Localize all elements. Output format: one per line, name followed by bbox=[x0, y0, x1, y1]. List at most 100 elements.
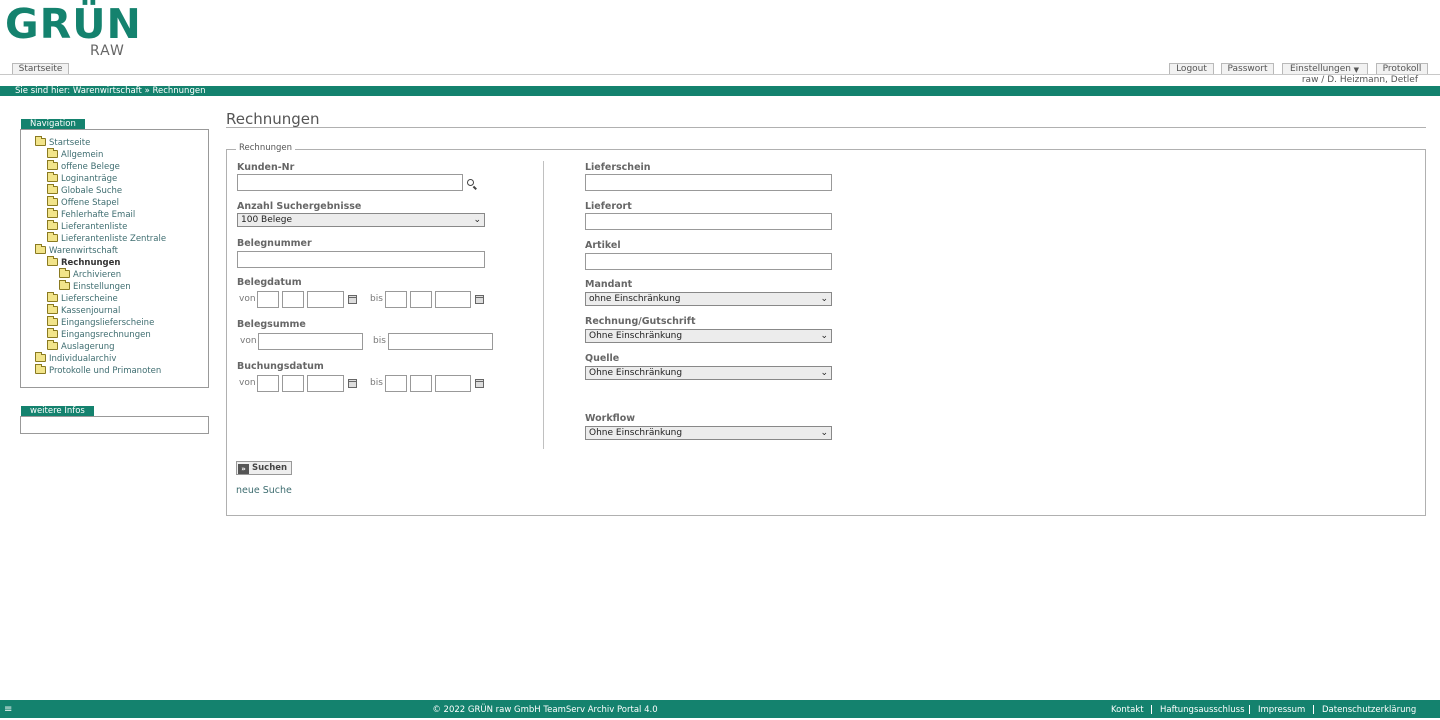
workflow-label: Workflow bbox=[585, 413, 636, 424]
breadcrumb: Sie sind hier: Warenwirtschaft » Rechnun… bbox=[0, 86, 1440, 96]
chevron-down-icon: ⌄ bbox=[820, 294, 828, 304]
quelle-select[interactable]: Ohne Einschränkung ⌄ bbox=[585, 366, 832, 380]
nav-lieferscheine[interactable]: Lieferscheine bbox=[47, 292, 118, 305]
buchungsdatum-von-day[interactable] bbox=[257, 375, 279, 392]
artikel-label: Artikel bbox=[585, 240, 621, 251]
rechnung-gutschrift-select[interactable]: Ohne Einschränkung ⌄ bbox=[585, 329, 832, 343]
nav-globale-suche[interactable]: Globale Suche bbox=[47, 184, 122, 197]
nav-fehlerhafte-email[interactable]: Fehlerhafte Email bbox=[47, 208, 135, 221]
info-title: weitere Infos bbox=[21, 406, 94, 416]
belegdatum-bis-day[interactable] bbox=[385, 291, 407, 308]
nav-label: Kassenjournal bbox=[61, 306, 121, 316]
nav-allgemein[interactable]: Allgemein bbox=[47, 148, 104, 161]
belegsumme-bis-input[interactable] bbox=[388, 333, 493, 350]
buchungsdatum-von-month[interactable] bbox=[282, 375, 304, 392]
nav-label: offene Belege bbox=[61, 162, 120, 172]
nav-archivieren[interactable]: Archivieren bbox=[59, 268, 122, 281]
chevron-down-icon: ⌄ bbox=[820, 428, 828, 438]
nav-eingangsrechnungen[interactable]: Eingangsrechnungen bbox=[47, 328, 151, 341]
rechnung-gutschrift-label: Rechnung/Gutschrift bbox=[585, 316, 696, 327]
nav-offene-stapel[interactable]: Offene Stapel bbox=[47, 196, 119, 209]
calendar-icon[interactable] bbox=[348, 295, 357, 304]
search-button-label: Suchen bbox=[252, 463, 288, 473]
nav-label: Rechnungen bbox=[61, 258, 121, 268]
buchungsdatum-von-label: von bbox=[239, 378, 256, 388]
calendar-icon[interactable] bbox=[348, 379, 357, 388]
anzahl-label: Anzahl Suchergebnisse bbox=[237, 201, 362, 212]
quelle-label: Quelle bbox=[585, 353, 620, 364]
footer-link-kontakt[interactable]: Kontakt bbox=[1111, 700, 1144, 720]
belegnummer-input[interactable] bbox=[237, 251, 485, 268]
calendar-icon[interactable] bbox=[475, 295, 484, 304]
settings-label: Einstellungen bbox=[1290, 64, 1352, 74]
workflow-select[interactable]: Ohne Einschränkung ⌄ bbox=[585, 426, 832, 440]
nav-lieferantenliste-zentrale[interactable]: Lieferantenliste Zentrale bbox=[47, 232, 167, 245]
nav-eingangslieferscheine[interactable]: Eingangslieferscheine bbox=[47, 316, 154, 329]
nav-label: Einstellungen bbox=[73, 282, 131, 292]
buchungsdatum-bis-year[interactable] bbox=[435, 375, 471, 392]
belegsumme-von-label: von bbox=[240, 336, 257, 346]
footer-link-impressum[interactable]: Impressum bbox=[1258, 700, 1305, 720]
buchungsdatum-von-year[interactable] bbox=[307, 375, 344, 392]
buchungsdatum-bis-label: bis bbox=[370, 378, 383, 388]
nav-auslagerung[interactable]: Auslagerung bbox=[47, 340, 115, 353]
nav-label: Warenwirtschaft bbox=[49, 246, 119, 256]
lieferschein-label: Lieferschein bbox=[585, 162, 651, 173]
belegdatum-von-month[interactable] bbox=[282, 291, 304, 308]
calendar-icon[interactable] bbox=[475, 379, 484, 388]
page-title: Rechnungen bbox=[226, 110, 320, 128]
double-arrow-icon: » bbox=[238, 464, 249, 474]
search-icon[interactable] bbox=[467, 179, 474, 186]
anzahl-select[interactable]: 100 Belege ⌄ bbox=[237, 213, 485, 227]
belegsumme-label: Belegsumme bbox=[237, 319, 306, 330]
folder-icon bbox=[35, 244, 46, 254]
quelle-value: Ohne Einschränkung bbox=[589, 368, 683, 378]
nav-label: Allgemein bbox=[61, 150, 104, 160]
nav-startseite[interactable]: Startseite bbox=[35, 136, 90, 149]
search-button[interactable]: » Suchen bbox=[236, 461, 293, 475]
footer: ≡ © 2022 GRÜN raw GmbH TeamServ Archiv P… bbox=[0, 700, 1440, 718]
folder-icon bbox=[59, 280, 70, 290]
belegsumme-bis-label: bis bbox=[373, 336, 386, 346]
nav-lieferantenliste[interactable]: Lieferantenliste bbox=[47, 220, 128, 233]
buchungsdatum-bis-day[interactable] bbox=[385, 375, 407, 392]
kunden-nr-input[interactable] bbox=[237, 174, 463, 191]
mandant-select[interactable]: ohne Einschränkung ⌄ bbox=[585, 292, 832, 306]
nav-label: Protokolle und Primanoten bbox=[49, 366, 162, 376]
nav-einstellungen[interactable]: Einstellungen bbox=[59, 280, 131, 293]
kunden-nr-label: Kunden-Nr bbox=[237, 162, 295, 173]
belegdatum-bis-year[interactable] bbox=[435, 291, 471, 308]
artikel-input[interactable] bbox=[585, 253, 832, 270]
nav-label: Lieferantenliste Zentrale bbox=[61, 234, 167, 244]
nav-kassenjournal[interactable]: Kassenjournal bbox=[47, 304, 121, 317]
buchungsdatum-label: Buchungsdatum bbox=[237, 361, 324, 372]
belegdatum-von-year[interactable] bbox=[307, 291, 344, 308]
footer-separator bbox=[1313, 705, 1314, 714]
belegdatum-bis-month[interactable] bbox=[410, 291, 432, 308]
nav-label: Eingangsrechnungen bbox=[61, 330, 151, 340]
nav-loginantraege[interactable]: Loginanträge bbox=[47, 172, 117, 185]
folder-icon bbox=[47, 316, 58, 326]
footer-link-datenschutz[interactable]: Datenschutzerklärung bbox=[1322, 700, 1416, 720]
lieferschein-input[interactable] bbox=[585, 174, 832, 191]
buchungsdatum-bis-month[interactable] bbox=[410, 375, 432, 392]
new-search-link[interactable]: neue Suche bbox=[236, 485, 292, 496]
nav-offene-belege[interactable]: offene Belege bbox=[47, 160, 120, 173]
copyright: © 2022 GRÜN raw GmbH TeamServ Archiv Por… bbox=[432, 705, 658, 715]
nav-label: Lieferantenliste bbox=[61, 222, 128, 232]
folder-icon bbox=[47, 328, 58, 338]
brand-logo: GRÜN bbox=[5, 0, 142, 48]
footer-link-haftungsausschluss[interactable]: Haftungsausschluss bbox=[1160, 700, 1245, 720]
folder-icon bbox=[35, 364, 46, 374]
nav-protokolle-und-primanoten[interactable]: Protokolle und Primanoten bbox=[35, 364, 162, 377]
belegsumme-von-input[interactable] bbox=[258, 333, 363, 350]
nav-individualarchiv[interactable]: Individualarchiv bbox=[35, 352, 116, 365]
nav-label: Archivieren bbox=[73, 270, 122, 280]
mandant-label: Mandant bbox=[585, 279, 633, 290]
chevron-down-icon: ⌄ bbox=[820, 331, 828, 341]
folder-icon bbox=[47, 148, 58, 158]
folder-icon bbox=[47, 220, 58, 230]
nav-label: Lieferscheine bbox=[61, 294, 118, 304]
belegdatum-von-day[interactable] bbox=[257, 291, 279, 308]
lieferort-input[interactable] bbox=[585, 213, 832, 230]
